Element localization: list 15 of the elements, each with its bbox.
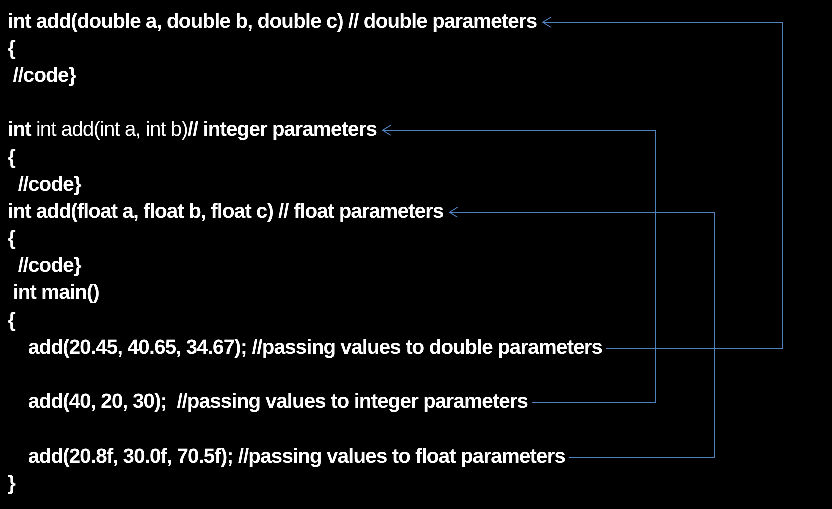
code-line: } [8,472,16,496]
code-line: { [8,36,16,61]
code-line: int add(double a, double b, double c) // double parameters [8,10,537,34]
code-line: { [8,308,16,333]
code-line: int main() [12,281,100,306]
code-line: int int add(int a, int b)// integer parameters [8,118,377,142]
code-line: //code} [17,254,82,278]
code-line: add(20.8f, 30.0f, 70.5f); //passing values to float parameters [27,444,566,469]
code-line: add(40, 20, 30); //passing values to integer parameters [27,390,528,414]
code-line: //code} [12,64,76,88]
code-line: { [8,227,16,252]
code-line: { [8,146,16,170]
code-line: add(20.45, 40.65, 34.67); //passing values to double parameters [27,336,602,360]
code-line: //code} [17,172,82,197]
code-line: int add(float a, float b, float c) // float parameters [8,200,444,224]
